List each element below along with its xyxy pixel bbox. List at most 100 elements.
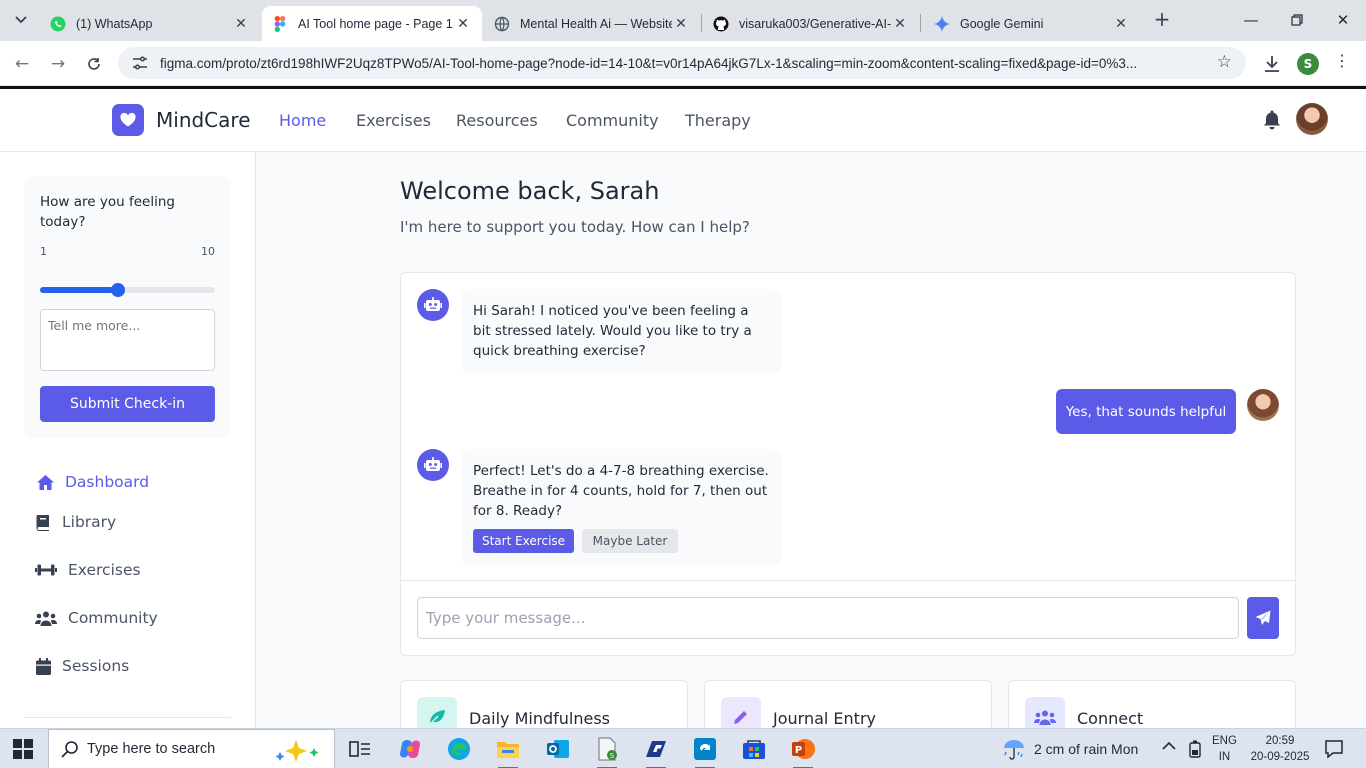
- home-icon: [35, 472, 55, 492]
- close-icon[interactable]: ✕: [232, 15, 250, 32]
- restore-button[interactable]: [1274, 6, 1320, 34]
- nav-home[interactable]: Home: [279, 111, 326, 130]
- sidebar-item-label: Library: [62, 513, 117, 531]
- nav-resources[interactable]: Resources: [456, 111, 538, 130]
- user-avatar[interactable]: [1296, 103, 1328, 135]
- vpn-icon[interactable]: [642, 735, 670, 768]
- sidebar-item-sessions[interactable]: Sessions: [35, 654, 129, 678]
- download-icon[interactable]: [1261, 53, 1283, 75]
- profile-avatar[interactable]: S: [1297, 53, 1319, 75]
- edge-icon[interactable]: [445, 735, 473, 763]
- nav-therapy[interactable]: Therapy: [685, 111, 751, 130]
- tab-gemini[interactable]: Google Gemini ✕: [924, 6, 1140, 41]
- sidebar-item-library[interactable]: Library: [35, 510, 116, 534]
- close-window-button[interactable]: ✕: [1320, 6, 1366, 34]
- taskbar: Type here to search S P 2 cm of rain Mon: [0, 728, 1366, 768]
- sidebar-item-label: Exercises: [68, 561, 141, 579]
- chevron-up-icon: [1162, 741, 1176, 750]
- robot-icon: [417, 449, 449, 481]
- show-hidden-icons-button[interactable]: [1162, 739, 1176, 755]
- task-view-icon[interactable]: [346, 735, 374, 763]
- menu-kebab-icon[interactable]: ⋮: [1334, 51, 1350, 70]
- restore-icon: [1291, 14, 1303, 26]
- sidebar-item-community[interactable]: Community: [35, 606, 158, 630]
- close-icon[interactable]: ✕: [672, 15, 690, 32]
- tab-title: Mental Health Ai — Website: [520, 16, 672, 31]
- language-indicator[interactable]: ENG IN: [1212, 733, 1237, 765]
- address-bar-row: ← → figma.com/proto/zt6rd198hIWF2Uqz8TPW…: [0, 41, 1366, 86]
- browser-tab-bar: (1) WhatsApp ✕ AI Tool home page - Page …: [0, 0, 1366, 41]
- svg-text:P: P: [795, 745, 802, 756]
- whatsapp-icon: [50, 16, 66, 32]
- nav-community[interactable]: Community: [566, 111, 659, 130]
- mood-checkin-card: How are you feeling today? 1 10 Submit C…: [24, 176, 231, 438]
- weather-widget[interactable]: 2 cm of rain Mon: [1002, 737, 1138, 761]
- bot-message: Perfect! Let's do a 4-7-8 breathing exer…: [461, 449, 781, 565]
- gemini-icon: [934, 15, 950, 32]
- mood-slider[interactable]: [40, 280, 215, 300]
- message-input[interactable]: [417, 597, 1239, 639]
- taskbar-search[interactable]: Type here to search: [48, 729, 335, 768]
- maybe-later-button[interactable]: Maybe Later: [582, 529, 678, 553]
- bot-message: Hi Sarah! I noticed you've been feeling …: [461, 289, 781, 373]
- card-title: Journal Entry: [773, 709, 876, 728]
- windows-start-icon[interactable]: [13, 739, 33, 759]
- search-icon: [61, 741, 78, 758]
- users-icon: [35, 608, 57, 628]
- tab-separator: [920, 14, 921, 32]
- checkin-question: How are you feeling today?: [40, 194, 175, 230]
- send-button[interactable]: [1247, 597, 1279, 639]
- sidebar-item-label: Dashboard: [65, 473, 150, 491]
- brand-name[interactable]: MindCare: [156, 108, 251, 132]
- tab-mental-health[interactable]: Mental Health Ai — Website ✕: [484, 6, 700, 41]
- nav-exercises[interactable]: Exercises: [356, 111, 431, 130]
- clock[interactable]: 20:59 20-09-2025: [1250, 733, 1310, 765]
- close-icon[interactable]: ✕: [1112, 15, 1130, 32]
- start-exercise-button[interactable]: Start Exercise: [473, 529, 574, 553]
- close-icon[interactable]: ✕: [891, 15, 909, 32]
- page-title: Welcome back, Sarah: [400, 177, 660, 205]
- document-icon[interactable]: S: [593, 735, 621, 768]
- back-button[interactable]: ←: [9, 51, 35, 77]
- figma-icon: [272, 15, 288, 32]
- sidebar-divider: [24, 717, 231, 718]
- paper-plane-icon: [1255, 610, 1271, 625]
- site-settings-icon[interactable]: [132, 56, 148, 70]
- checkin-textarea[interactable]: [40, 309, 215, 371]
- copilot-icon[interactable]: [396, 735, 424, 763]
- reload-button[interactable]: [81, 51, 107, 77]
- close-icon[interactable]: ✕: [454, 15, 472, 32]
- clock-date: 20-09-2025: [1250, 751, 1310, 763]
- minimize-button[interactable]: —: [1228, 6, 1274, 34]
- card-title: Connect: [1077, 709, 1144, 728]
- card-title: Daily Mindfulness: [469, 709, 610, 728]
- book-icon: [35, 512, 51, 532]
- slider-thumb[interactable]: [110, 283, 125, 297]
- battery-icon[interactable]: [1187, 740, 1203, 758]
- powerpoint-icon[interactable]: P: [789, 735, 817, 768]
- sparkle-icon: [275, 740, 319, 762]
- tab-title: Google Gemini: [960, 16, 1044, 31]
- remote-desktop-icon[interactable]: [691, 735, 719, 768]
- tab-title: AI Tool home page - Page 1: [298, 16, 453, 31]
- page-subtitle: I'm here to support you today. How can I…: [400, 218, 750, 236]
- bookmark-star-icon[interactable]: ☆: [1217, 52, 1232, 72]
- tab-github[interactable]: visaruka003/Generative-AI-f ✕: [703, 6, 919, 41]
- tab-separator: [701, 14, 702, 32]
- sidebar-item-exercises[interactable]: Exercises: [35, 558, 141, 582]
- message-text: Perfect! Let's do a 4-7-8 breathing exer…: [473, 463, 769, 519]
- forward-button[interactable]: →: [45, 51, 71, 77]
- store-icon[interactable]: [740, 735, 768, 763]
- tab-whatsapp[interactable]: (1) WhatsApp ✕: [40, 6, 260, 41]
- outlook-icon[interactable]: [544, 735, 572, 763]
- bell-icon[interactable]: [1262, 109, 1282, 131]
- sidebar-item-dashboard[interactable]: Dashboard: [35, 470, 149, 494]
- tab-search-button[interactable]: [8, 8, 34, 32]
- submit-checkin-button[interactable]: Submit Check-in: [40, 386, 215, 422]
- url-bar[interactable]: figma.com/proto/zt6rd198hIWF2Uqz8TPWo5/A…: [118, 47, 1246, 79]
- file-explorer-icon[interactable]: [494, 735, 522, 768]
- tab-figma[interactable]: AI Tool home page - Page 1 ✕: [262, 6, 482, 41]
- notification-icon[interactable]: [1324, 739, 1344, 759]
- new-tab-button[interactable]: +: [1150, 8, 1174, 32]
- chat-panel: Hi Sarah! I noticed you've been feeling …: [400, 272, 1296, 656]
